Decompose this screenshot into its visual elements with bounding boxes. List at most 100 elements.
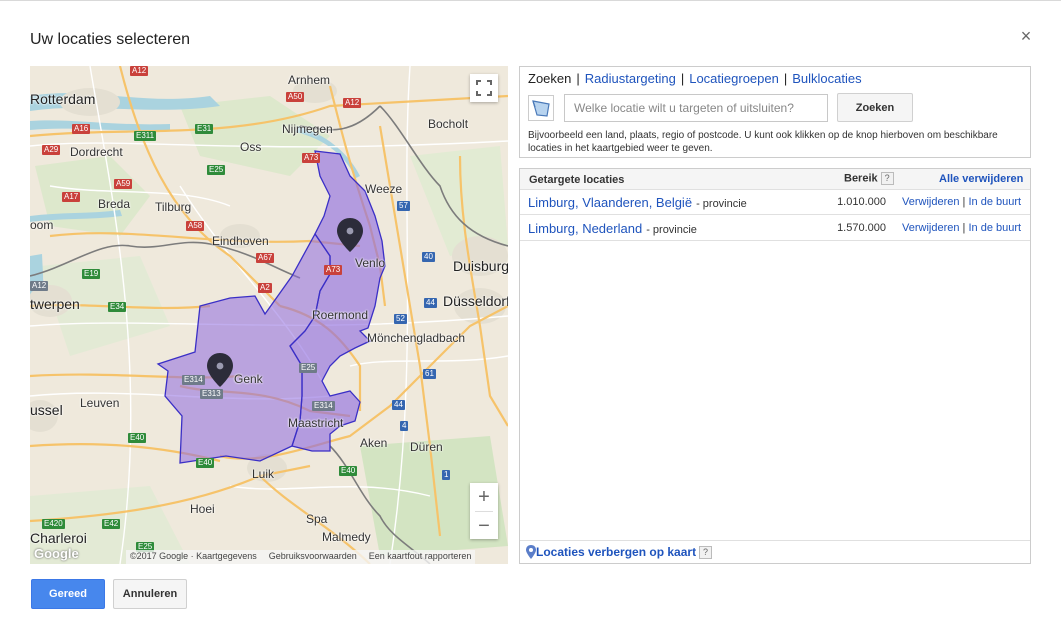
tab-locatiegroepen[interactable]: Locatiegroepen <box>689 71 779 86</box>
done-button[interactable]: Gereed <box>31 579 105 609</box>
map-copyright: ©2017 Google · Kaartgegevens <box>130 551 257 561</box>
road-badge: A73 <box>302 153 321 163</box>
road-badge: E420 <box>42 519 65 529</box>
city-label: Nijmegen <box>282 122 333 136</box>
road-badge: 44 <box>424 298 437 308</box>
cancel-button[interactable]: Annuleren <box>113 579 187 609</box>
road-badge: A16 <box>72 124 91 134</box>
hide-locations-label[interactable]: Locaties verbergen op kaart <box>536 545 696 559</box>
tab-zoeken[interactable]: Zoeken <box>528 71 571 86</box>
location-name-link[interactable]: Limburg, Vlaanderen, België - provincie <box>528 195 747 210</box>
location-name[interactable]: Limburg, Vlaanderen, België <box>528 195 692 210</box>
road-badge: E311 <box>134 131 157 141</box>
city-label: Roermond <box>312 308 369 322</box>
nearby-link[interactable]: In de buurt <box>968 196 1021 208</box>
map-report-link[interactable]: Een kaartfout rapporteren <box>369 551 472 563</box>
city-label: Breda <box>98 197 131 211</box>
location-name-link[interactable]: Limburg, Nederland - provincie <box>528 221 697 236</box>
road-badge: A2 <box>258 283 272 293</box>
row-actions: Verwijderen | In de buurt <box>902 196 1021 208</box>
road-badge: A12 <box>30 281 49 291</box>
location-type: - provincie <box>646 224 697 236</box>
road-badge: E40 <box>339 466 358 476</box>
road-badge: E25 <box>299 363 318 373</box>
road-badge: A12 <box>130 66 149 76</box>
hide-locations-toggle[interactable]: Locaties verbergen op kaart ? <box>526 545 713 559</box>
city-label: Düren <box>410 440 443 454</box>
road-badge: E25 <box>207 165 226 175</box>
remove-link[interactable]: Verwijderen <box>902 222 959 234</box>
road-badge: E31 <box>195 124 214 134</box>
road-badge: 57 <box>397 201 410 211</box>
map[interactable]: Arnhem Rotterdam Nijmegen Bocholt Dordre… <box>30 66 508 564</box>
tab-separator: | <box>576 71 580 86</box>
remove-all-link[interactable]: Alle verwijderen <box>939 173 1023 185</box>
city-label: Düsseldorf <box>443 293 508 309</box>
column-locations: Getargete locaties <box>529 174 625 186</box>
road-badge: A17 <box>62 192 81 202</box>
nearby-link[interactable]: In de buurt <box>968 222 1021 234</box>
help-icon[interactable]: ? <box>880 172 894 185</box>
action-separator: | <box>962 222 966 234</box>
zoom-control: + − <box>470 483 498 539</box>
map-attribution: ©2017 Google · Kaartgegevens Gebruiksvoo… <box>126 550 476 564</box>
city-label: Mönchengladbach <box>367 331 466 345</box>
tab-radiustargeting[interactable]: Radiustargeting <box>585 71 676 86</box>
polygon-icon <box>532 100 550 117</box>
city-label: Eindhoven <box>212 234 269 248</box>
road-badge: E42 <box>102 519 121 529</box>
help-icon[interactable]: ? <box>699 545 713 559</box>
tab-separator: | <box>783 71 788 86</box>
location-name[interactable]: Limburg, Nederland <box>528 221 642 236</box>
road-badge: A59 <box>114 179 133 189</box>
top-divider <box>0 0 1061 1</box>
road-badge: E314 <box>312 401 335 411</box>
road-badge: E40 <box>196 458 215 468</box>
search-tabs: Zoeken | Radiustargeting | Locatiegroepen | Bu… <box>528 71 862 86</box>
city-label: Hoei <box>190 502 215 516</box>
remove-link[interactable]: Verwijderen <box>902 196 959 208</box>
city-label: Arnhem <box>288 73 331 87</box>
city-label: Bocholt <box>428 117 469 131</box>
targeted-locations-panel: Getargete locaties Bereik? Alle verwijde… <box>519 168 1031 564</box>
road-badge: E314 <box>182 375 205 385</box>
column-reach-label: Bereik <box>844 172 878 185</box>
city-label: oom <box>30 218 54 232</box>
city-label: Spa <box>306 512 328 526</box>
city-label: Luik <box>252 467 275 481</box>
search-helper-text: Bijvoorbeeld een land, plaats, regio of … <box>528 130 998 154</box>
zoom-out-button[interactable]: − <box>470 512 498 540</box>
fullscreen-glyph <box>476 80 492 96</box>
polygon-draw-button[interactable] <box>528 95 554 121</box>
city-label: Dordrecht <box>70 145 123 159</box>
map-pin-icon <box>526 545 536 559</box>
results-header: Getargete locaties Bereik? Alle verwijde… <box>520 169 1030 190</box>
road-badge: 40 <box>422 252 435 262</box>
fullscreen-icon[interactable] <box>470 74 498 102</box>
table-row: Limburg, Nederland - provincie 1.570.000 … <box>520 216 1030 241</box>
road-badge: 61 <box>423 369 436 379</box>
road-badge: A50 <box>286 92 305 102</box>
map-base <box>30 66 508 564</box>
tab-bulklocaties[interactable]: Bulklocaties <box>792 71 861 86</box>
google-logo: Google <box>34 546 79 561</box>
city-label: Tilburg <box>155 200 192 214</box>
road-badge: 4 <box>400 421 409 431</box>
city-label: twerpen <box>30 296 80 312</box>
zoom-in-button[interactable]: + <box>470 483 498 511</box>
table-row: Limburg, Vlaanderen, België - provincie 1… <box>520 190 1030 215</box>
search-panel: Zoeken | Radiustargeting | Locatiegroepen | Bu… <box>519 66 1031 158</box>
city-label: Oss <box>240 140 262 154</box>
close-icon[interactable]: × <box>1016 26 1036 46</box>
search-input[interactable] <box>564 94 828 122</box>
city-label: Charleroi <box>30 530 87 546</box>
map-terms-link[interactable]: Gebruiksvoorwaarden <box>269 551 357 563</box>
road-badge: 44 <box>392 400 405 410</box>
results-footer: Locaties verbergen op kaart ? <box>520 540 1030 563</box>
city-label: Leuven <box>80 396 120 410</box>
search-button[interactable]: Zoeken <box>837 93 913 122</box>
location-reach: 1.010.000 <box>837 196 886 208</box>
tab-separator: | <box>680 71 685 86</box>
road-badge: E40 <box>128 433 147 443</box>
location-type: - provincie <box>696 198 747 210</box>
